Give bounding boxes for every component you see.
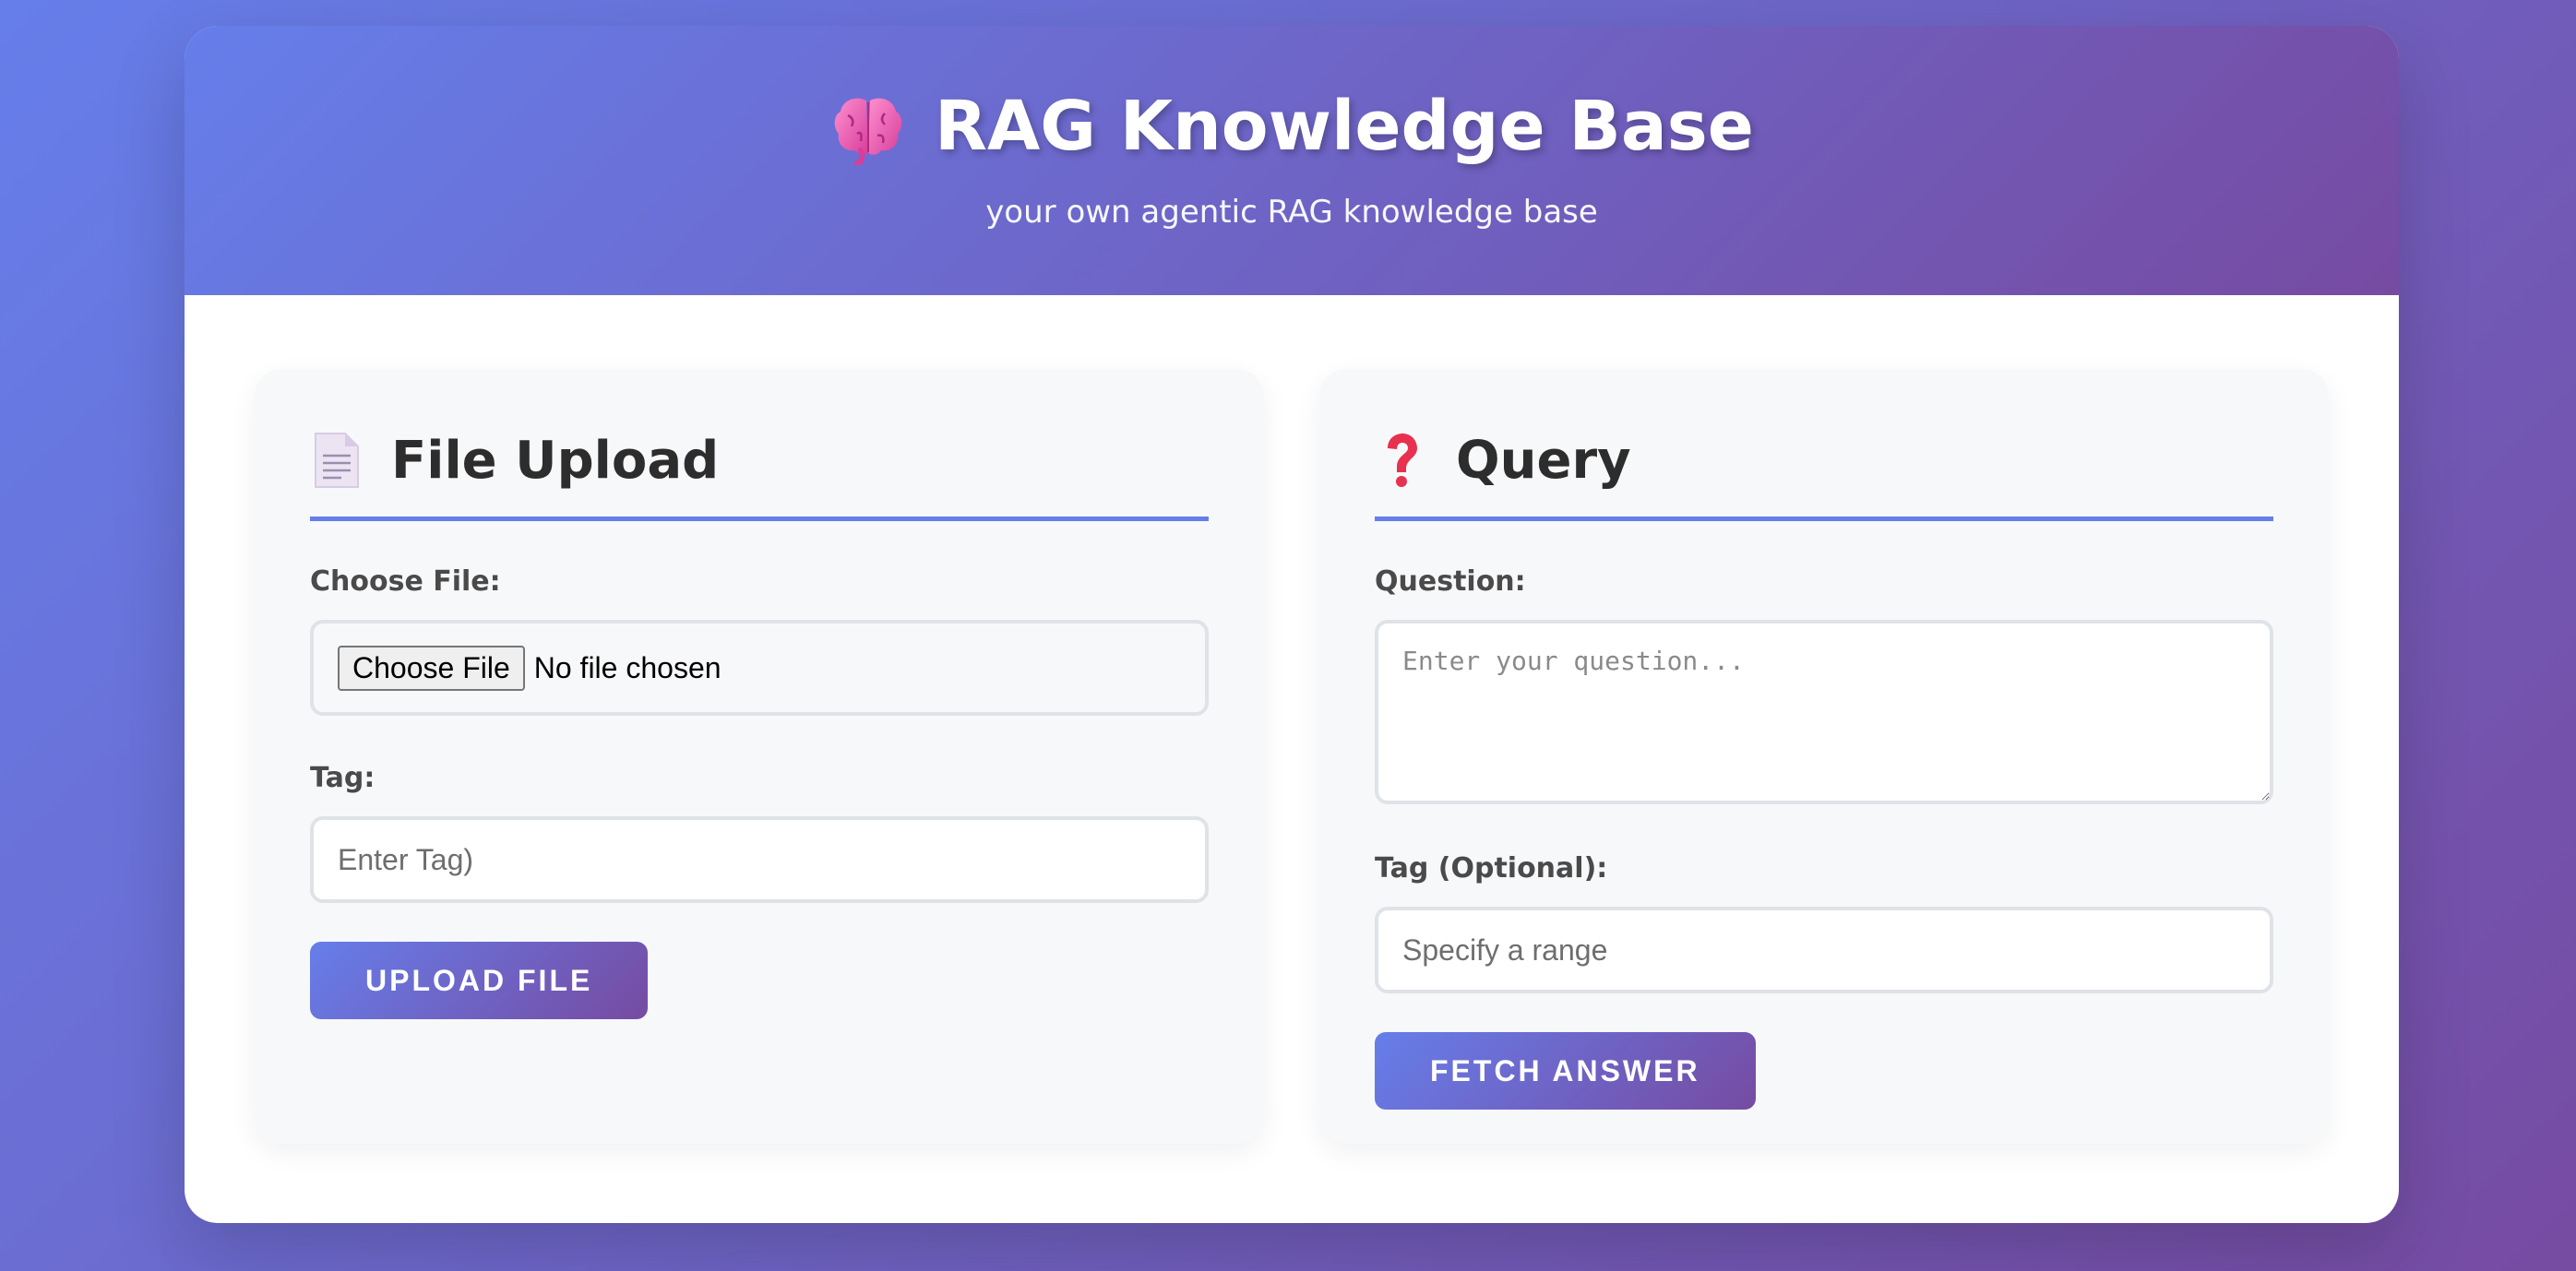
file-upload-panel: File Upload Choose File: Choose File No …: [255, 369, 1264, 1144]
tag-label: Tag:: [310, 762, 376, 794]
range-tag-input[interactable]: [1375, 907, 2273, 993]
fetch-answer-button[interactable]: FETCH ANSWER: [1375, 1032, 1756, 1110]
panels: File Upload Choose File: Choose File No …: [255, 369, 2329, 1144]
app-card: RAG Knowledge Base your own agentic RAG …: [185, 26, 2399, 1223]
optional-tag-label: Tag (Optional):: [1375, 852, 1608, 885]
title-row: RAG Knowledge Base: [185, 87, 2399, 166]
file-upload-heading: File Upload: [310, 430, 1209, 521]
page-title: RAG Knowledge Base: [935, 87, 1754, 166]
file-input[interactable]: Choose File No file chosen: [310, 620, 1209, 716]
query-heading: Query: [1375, 430, 2273, 521]
page-subtitle: your own agentic RAG knowledge base: [985, 194, 1598, 231]
question-input[interactable]: [1375, 620, 2273, 804]
question-label: Question:: [1375, 565, 1526, 598]
choose-file-button[interactable]: Choose File: [338, 645, 525, 691]
header: RAG Knowledge Base your own agentic RAG …: [185, 26, 2399, 295]
upload-file-button[interactable]: UPLOAD FILE: [310, 942, 649, 1019]
query-panel: Query Question: Tag (Optional): FETCH AN…: [1319, 369, 2329, 1144]
file-upload-title: File Upload: [391, 430, 720, 491]
question-mark-icon: [1375, 430, 1426, 491]
tag-input[interactable]: [310, 816, 1209, 903]
choose-file-label: Choose File:: [310, 565, 501, 598]
file-status-text: No file chosen: [533, 650, 722, 684]
brain-icon: [829, 88, 907, 166]
query-title: Query: [1456, 430, 1631, 491]
document-icon: [310, 430, 362, 491]
